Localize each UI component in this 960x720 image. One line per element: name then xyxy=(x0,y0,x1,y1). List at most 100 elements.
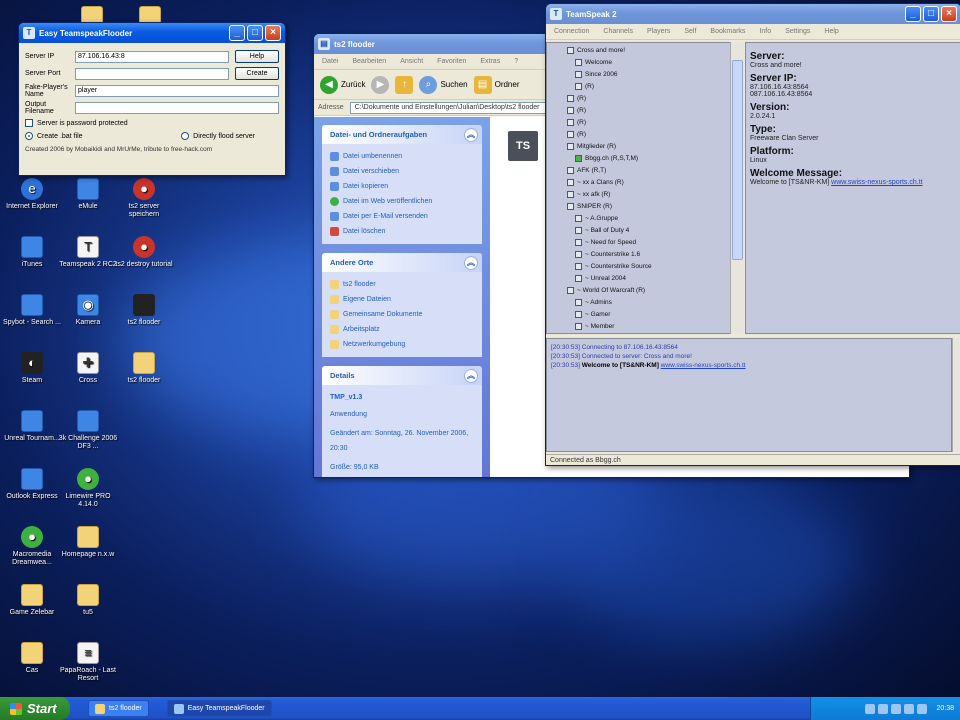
desktop-icon[interactable]: Spybot - Search ... xyxy=(2,294,62,327)
channel-item[interactable]: ~ Gamer xyxy=(551,309,739,321)
chat-log-scrollbar[interactable] xyxy=(952,338,960,452)
channel-item[interactable]: ~ A.Gruppe xyxy=(551,213,739,225)
desktop-icon[interactable]: e Internet Explorer xyxy=(2,178,62,211)
collapse-icon[interactable]: ︽ xyxy=(464,368,478,383)
file-task-item[interactable]: Datei im Web veröffentlichen xyxy=(330,194,474,209)
desktop-icon[interactable]: T Teamspeak 2 RC2 xyxy=(58,236,118,269)
menu-edit[interactable]: Bearbeiten xyxy=(352,58,386,65)
folders-button[interactable]: ▤ Ordner xyxy=(473,75,520,94)
tray-icon[interactable] xyxy=(891,703,902,714)
server-port-input[interactable] xyxy=(75,67,229,80)
tray-icon[interactable] xyxy=(917,703,928,714)
channel-item[interactable]: AFK (R,T) xyxy=(551,165,739,177)
ts-menu-item[interactable]: Channels xyxy=(603,28,633,35)
tray-icon[interactable] xyxy=(878,703,889,714)
fake-name-input[interactable]: player xyxy=(75,84,279,97)
desktop-icon[interactable]: ● Limewire PRO 4.14.0 xyxy=(58,468,118,509)
server-ip-input[interactable]: 87.106.16.43:8 xyxy=(75,50,229,63)
maximize-button[interactable]: □ xyxy=(247,25,263,41)
channel-item[interactable]: Mitglieder (R) xyxy=(551,141,739,153)
channel-item[interactable]: ~ World Of Warcraft (R) xyxy=(551,285,739,297)
desktop-icon[interactable]: ts2 flooder xyxy=(114,352,174,385)
channel-item[interactable]: (R) xyxy=(551,105,739,117)
desktop-icon[interactable]: tu5 xyxy=(58,584,118,617)
direct-flood-option[interactable]: Directly flood server xyxy=(181,130,255,143)
other-place-item[interactable]: Gemeinsame Dokumente xyxy=(330,307,474,322)
channel-item[interactable]: (R) xyxy=(551,93,739,105)
ts-menu-item[interactable]: Connection xyxy=(554,28,589,35)
channel-item[interactable]: (R) xyxy=(551,129,739,141)
tray-icon[interactable] xyxy=(865,703,876,714)
back-button[interactable]: ◀ Zurück xyxy=(320,75,365,94)
up-folder-button[interactable]: ↑ xyxy=(395,75,414,94)
desktop-icon[interactable]: eMule xyxy=(58,178,118,211)
desktop-icon[interactable]: Cas xyxy=(2,642,62,675)
channel-item[interactable]: Bbgg.ch (R,S,T,M) xyxy=(551,153,739,165)
channel-item[interactable]: SNIPER (R) xyxy=(551,201,739,213)
chat-log[interactable]: [20:30:53] Connecting to 87.106.16.43:85… xyxy=(546,338,952,452)
server-node[interactable]: Cross and more! xyxy=(551,45,739,57)
ts-menu-item[interactable]: Help xyxy=(824,28,838,35)
desktop-icon[interactable]: ≡ PapaRoach - Last Resort xyxy=(58,642,118,683)
channel-item[interactable]: ~ Counterstrike Source xyxy=(551,261,739,273)
file-tasks-header[interactable]: Datei- und Ordneraufgaben ︽ xyxy=(322,125,482,144)
close-button[interactable]: × xyxy=(265,25,281,41)
channel-item[interactable]: ~ Counterstrike 1.6 xyxy=(551,249,739,261)
file-task-item[interactable]: Datei per E-Mail versenden xyxy=(330,209,474,224)
file-task-item[interactable]: Datei umbenennen xyxy=(330,149,474,164)
desktop-icon[interactable]: Outlook Express xyxy=(2,468,62,501)
other-places-header[interactable]: Andere Orte ︽ xyxy=(322,253,482,272)
desktop-icon[interactable]: ● ts2 server speichern xyxy=(114,178,174,219)
direct-flood-radio[interactable] xyxy=(181,132,190,141)
other-place-item[interactable]: ts2 flooder xyxy=(330,277,474,292)
password-option[interactable]: Server is password protected xyxy=(25,117,279,130)
menu-view[interactable]: Ansicht xyxy=(400,58,423,65)
channel-item[interactable]: Since 2006 xyxy=(551,69,739,81)
password-checkbox[interactable] xyxy=(25,119,33,128)
minimize-button[interactable]: _ xyxy=(905,6,921,22)
menu-file[interactable]: Datei xyxy=(322,58,338,65)
channel-item[interactable]: (R) xyxy=(551,117,739,129)
taskbar-item-ts2-flooder[interactable]: ts2 flooder xyxy=(88,700,149,717)
output-filename-input[interactable] xyxy=(75,101,279,114)
scroll-thumb[interactable] xyxy=(732,60,743,260)
channel-item[interactable]: ~ Member xyxy=(551,321,739,333)
forward-button[interactable]: ▶ xyxy=(371,75,390,94)
channel-item[interactable]: ~ xx afk (R) xyxy=(551,189,739,201)
desktop-icon[interactable]: ◉ Kamera xyxy=(58,294,118,327)
other-place-item[interactable]: Eigene Dateien xyxy=(330,292,474,307)
channel-item[interactable]: (R) xyxy=(551,81,739,93)
channel-item[interactable]: Private (R) xyxy=(551,333,739,334)
ts-menu-item[interactable]: Bookmarks xyxy=(710,28,745,35)
details-header[interactable]: Details ︽ xyxy=(322,366,482,385)
desktop-icon[interactable]: ◐ Steam xyxy=(2,352,62,385)
desktop-icon[interactable]: ● ts2 destroy tutorial xyxy=(114,236,174,269)
channel-item[interactable]: ~ xx a Clans (R) xyxy=(551,177,739,189)
desktop-icon[interactable]: ts2 flooder xyxy=(114,294,174,327)
teamspeak-title-bar[interactable]: T TeamSpeak 2 _ □ × xyxy=(546,4,960,24)
channel-item[interactable]: ~ Ball of Duty 4 xyxy=(551,225,739,237)
menu-favorites[interactable]: Favoriten xyxy=(437,58,466,65)
desktop-icon[interactable]: Unreal Tournam... xyxy=(2,410,62,443)
welcome-link[interactable]: www.swiss-nexus-sports.ch.tt xyxy=(831,179,922,186)
close-button[interactable]: × xyxy=(941,6,957,22)
other-place-item[interactable]: Arbeitsplatz xyxy=(330,322,474,337)
desktop-icon[interactable]: Homepage n.x.w xyxy=(58,526,118,559)
desktop-icon[interactable]: iTunes xyxy=(2,236,62,269)
search-button[interactable]: ⌕ Suchen xyxy=(419,75,468,94)
desktop-icon[interactable]: ● Macromedia Dreamwea... xyxy=(2,526,62,567)
ts-menu-item[interactable]: Self xyxy=(684,28,696,35)
ts-menu-item[interactable]: Players xyxy=(647,28,670,35)
desktop-icon[interactable]: ✚ Cross xyxy=(58,352,118,385)
desktop-icon[interactable]: 3k Challenge 2006 DF3 ... xyxy=(58,410,118,451)
help-button[interactable]: Help xyxy=(235,50,279,63)
teamspeak-app-icon[interactable]: TS xyxy=(508,131,538,161)
maximize-button[interactable]: □ xyxy=(923,6,939,22)
start-button[interactable]: Start xyxy=(0,697,70,720)
channel-tree-scrollbar[interactable] xyxy=(730,42,744,334)
taskbar-item-flooder[interactable]: Easy TeamspeakFlooder xyxy=(166,700,272,717)
tray-icon[interactable] xyxy=(904,703,915,714)
collapse-icon[interactable]: ︽ xyxy=(464,127,478,142)
channel-tree[interactable]: Cross and more! Welcome Since 2006 (R) (R) (R… xyxy=(546,42,744,334)
channel-item[interactable]: ~ Unreal 2004 xyxy=(551,273,739,285)
